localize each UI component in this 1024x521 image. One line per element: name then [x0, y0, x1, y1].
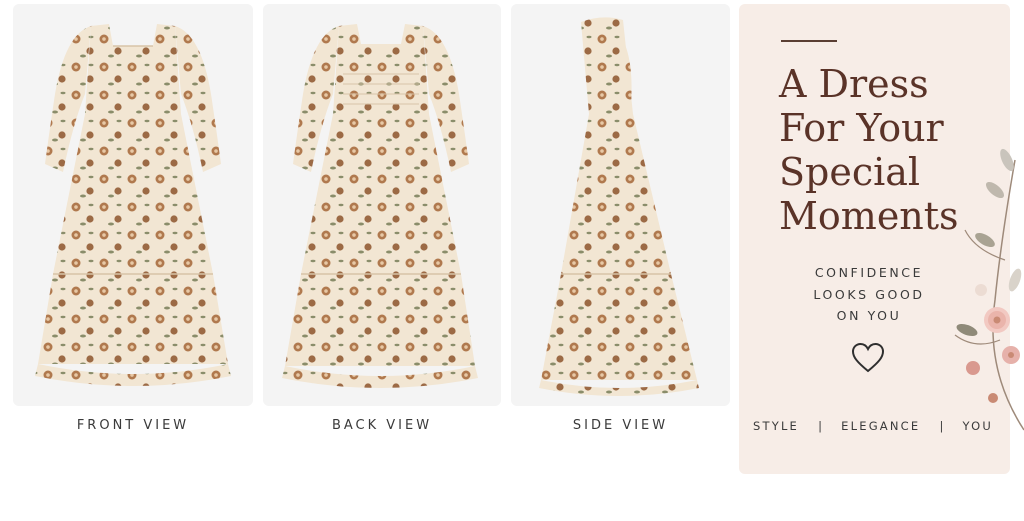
dress-front-illustration: [35, 24, 231, 386]
footer-separator: |: [818, 419, 823, 433]
floral-sprig-decoration: [954, 148, 1024, 431]
footer-separator: |: [939, 419, 944, 433]
front-view-caption: FRONT VIEW: [76, 418, 190, 433]
dress-side-illustration: [539, 17, 699, 396]
tagline-line: LOOKS GOOD: [813, 286, 925, 302]
tagline-line: CONFIDENCE: [814, 265, 924, 280]
tagline: CONFIDENCE LOOKS GOOD ON YOU: [789, 262, 949, 327]
footer-word: STYLE: [753, 419, 800, 433]
back-view-photo: [263, 4, 501, 406]
decorative-rule: [781, 40, 837, 42]
side-view-photo: [511, 4, 730, 406]
side-view-caption: SIDE VIEW: [572, 418, 669, 433]
footer-word: ELEGANCE: [841, 419, 921, 433]
tagline-line: ON YOU: [836, 308, 902, 323]
headline-line: A Dress: [779, 62, 929, 106]
back-view-caption: BACK VIEW: [331, 418, 433, 433]
dress-back-illustration: [282, 24, 478, 388]
front-view-photo: [13, 4, 253, 406]
heart-icon: [851, 342, 885, 373]
